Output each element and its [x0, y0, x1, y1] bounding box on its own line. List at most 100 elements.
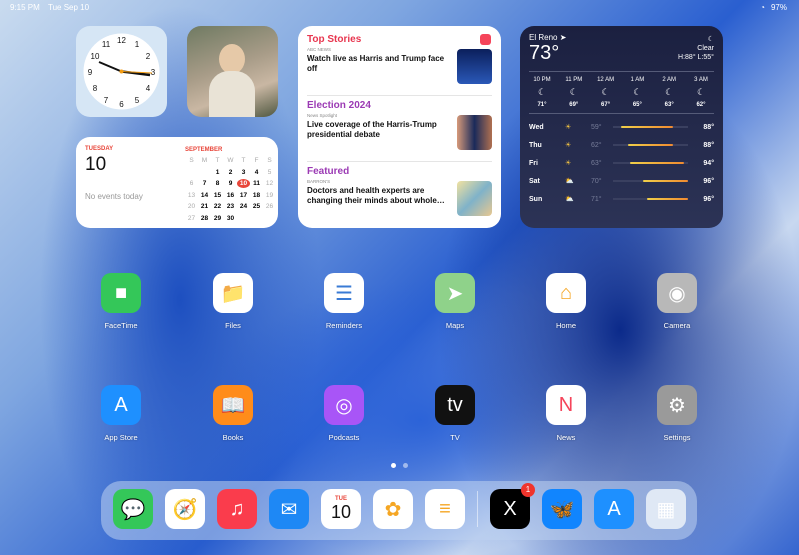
- app-label: Settings: [663, 433, 691, 442]
- svg-text:9: 9: [88, 68, 93, 77]
- weather-condition: Clear: [697, 45, 714, 52]
- app-app-store[interactable]: A App Store: [86, 385, 156, 442]
- weather-hilo: H:88° L:55°: [678, 54, 714, 61]
- calendar-icon: TUE 10: [321, 489, 361, 529]
- bluesky-icon: 🦋: [542, 489, 582, 529]
- dock-bluesky[interactable]: 🦋: [542, 489, 582, 529]
- hour-temp: 62°: [696, 102, 706, 108]
- app-library-icon: ▦: [646, 489, 686, 529]
- calendar-date: 17: [239, 191, 248, 199]
- hour-item: 1 AM ☾ 65°: [624, 77, 650, 108]
- dock-messages[interactable]: 💬: [113, 489, 153, 529]
- calendar-date: 6: [189, 180, 194, 187]
- svg-text:4: 4: [146, 84, 151, 93]
- calendar-date: [185, 168, 198, 177]
- page-dot-active[interactable]: [391, 463, 396, 468]
- app-books[interactable]: 📖 Books: [198, 385, 268, 442]
- weather-location: El Reno: [529, 33, 558, 42]
- day-name: Thu: [529, 141, 542, 149]
- weekday-header: W: [227, 157, 234, 164]
- hourly-forecast: 10 PM ☾ 71° 11 PM ☾ 69° 12 AM ☾ 67° 1 AM ☾ 65° 2 AM ☾…: [529, 71, 714, 114]
- day-high: 96°: [703, 177, 714, 185]
- app-camera[interactable]: ◉ Camera: [642, 273, 712, 330]
- news-story[interactable]: Election 2024 News Spotlight Live coverage…: [307, 100, 492, 162]
- app-label: Home: [555, 321, 576, 330]
- temp-range-fill: [629, 162, 685, 164]
- svg-text:10: 10: [91, 52, 100, 61]
- app-settings[interactable]: ⚙ Settings: [642, 385, 712, 442]
- svg-text:8: 8: [93, 84, 98, 93]
- news-section-heading: Featured: [307, 166, 350, 177]
- news-thumbnail: [457, 115, 492, 150]
- settings-icon: ⚙: [657, 385, 697, 425]
- app-label: FaceTime: [104, 321, 138, 330]
- mail-icon: ✉: [269, 489, 309, 529]
- dock-mail[interactable]: ✉: [269, 489, 309, 529]
- status-date: Tue Sep 10: [48, 3, 90, 12]
- files-icon: 📁: [213, 273, 253, 313]
- news-widget[interactable]: Top Stories ABC NEWS Watch live as Harris …: [298, 26, 501, 228]
- temp-range-fill: [646, 198, 688, 200]
- dock-safari[interactable]: 🧭: [165, 489, 205, 529]
- dock-music[interactable]: ♫: [217, 489, 257, 529]
- app-facetime[interactable]: ■ FaceTime: [86, 273, 156, 330]
- calendar-date: 5: [267, 168, 272, 176]
- safari-icon: 🧭: [165, 489, 205, 529]
- moon-icon: ☾: [696, 87, 706, 97]
- dock-notes[interactable]: ≡: [425, 489, 465, 529]
- x-icon: X1: [490, 483, 535, 529]
- page-dot[interactable]: [403, 463, 408, 468]
- photos-icon: ✿: [373, 489, 413, 529]
- photo-widget[interactable]: [187, 26, 278, 117]
- messages-icon: 💬: [113, 489, 153, 529]
- app-news[interactable]: N News: [531, 385, 601, 442]
- weekday-header: T: [241, 157, 246, 164]
- weather-widget[interactable]: El Reno ➤ 73° ☾ Clear H:88° L:55° 10 PM ☾ 71…: [520, 26, 723, 228]
- hour-label: 1 AM: [630, 77, 645, 83]
- dock-app-library[interactable]: ▦: [646, 489, 686, 529]
- hour-item: 3 AM ☾ 62°: [688, 77, 714, 108]
- app-maps[interactable]: ➤ Maps: [420, 273, 490, 330]
- hour-label: 11 PM: [565, 77, 583, 83]
- maps-icon: ➤: [435, 273, 475, 313]
- dock-calendar[interactable]: TUE 10: [321, 489, 361, 529]
- temp-range-bar: [613, 126, 688, 128]
- app-reminders[interactable]: ☰ Reminders: [309, 273, 379, 330]
- calendar-date: 4: [254, 168, 259, 176]
- app-home[interactable]: ⌂ Home: [531, 273, 601, 330]
- hour-temp: 63°: [664, 102, 674, 108]
- status-time: 9:15 PM: [10, 3, 40, 12]
- dock-x[interactable]: X1: [490, 483, 535, 529]
- day-name: Sat: [529, 177, 540, 185]
- news-section-heading: Top Stories: [307, 34, 362, 45]
- calendar-widget[interactable]: TUESDAY 10 No events today SEPTEMBER SMT…: [76, 137, 278, 228]
- weekday-header: S: [189, 157, 194, 164]
- app-store-icon: A: [594, 489, 634, 529]
- hour-item: 11 PM ☾ 69°: [561, 77, 587, 108]
- podcasts-icon: ◎: [324, 385, 364, 425]
- moon-icon: ☾: [569, 87, 578, 97]
- news-story[interactable]: Featured BARRON'S Doctors and health exper…: [307, 166, 492, 228]
- calendar-date: 3: [241, 168, 246, 176]
- app-tv[interactable]: tv TV: [420, 385, 490, 442]
- news-icon: N: [546, 385, 586, 425]
- temp-range-fill: [628, 144, 673, 146]
- news-story[interactable]: Top Stories ABC NEWS Watch live as Harris …: [307, 34, 492, 96]
- day-name: Wed: [529, 123, 544, 131]
- hour-label: 2 AM: [662, 77, 677, 83]
- calendar-date: 14: [200, 191, 209, 199]
- news-headline: Watch live as Harris and Trump face off: [307, 54, 445, 73]
- day-row: Thu ☀ 62° 88°: [529, 136, 714, 154]
- dock-app-store[interactable]: A: [594, 489, 634, 529]
- hour-label: 12 AM: [597, 77, 615, 83]
- moon-icon: ☾: [665, 87, 674, 97]
- clock-widget[interactable]: 12 6 9 3 1 2 4 5 7 8 10 11: [76, 26, 167, 117]
- svg-text:2: 2: [146, 52, 151, 61]
- battery-level: 97%: [770, 3, 787, 12]
- calendar-date: 20: [187, 203, 196, 210]
- app-podcasts[interactable]: ◎ Podcasts: [309, 385, 379, 442]
- app-files[interactable]: 📁 Files: [198, 273, 268, 330]
- news-thumbnail: [457, 181, 492, 216]
- dock-photos[interactable]: ✿: [373, 489, 413, 529]
- clock-face-icon: 1269 3 1245781011: [83, 33, 160, 110]
